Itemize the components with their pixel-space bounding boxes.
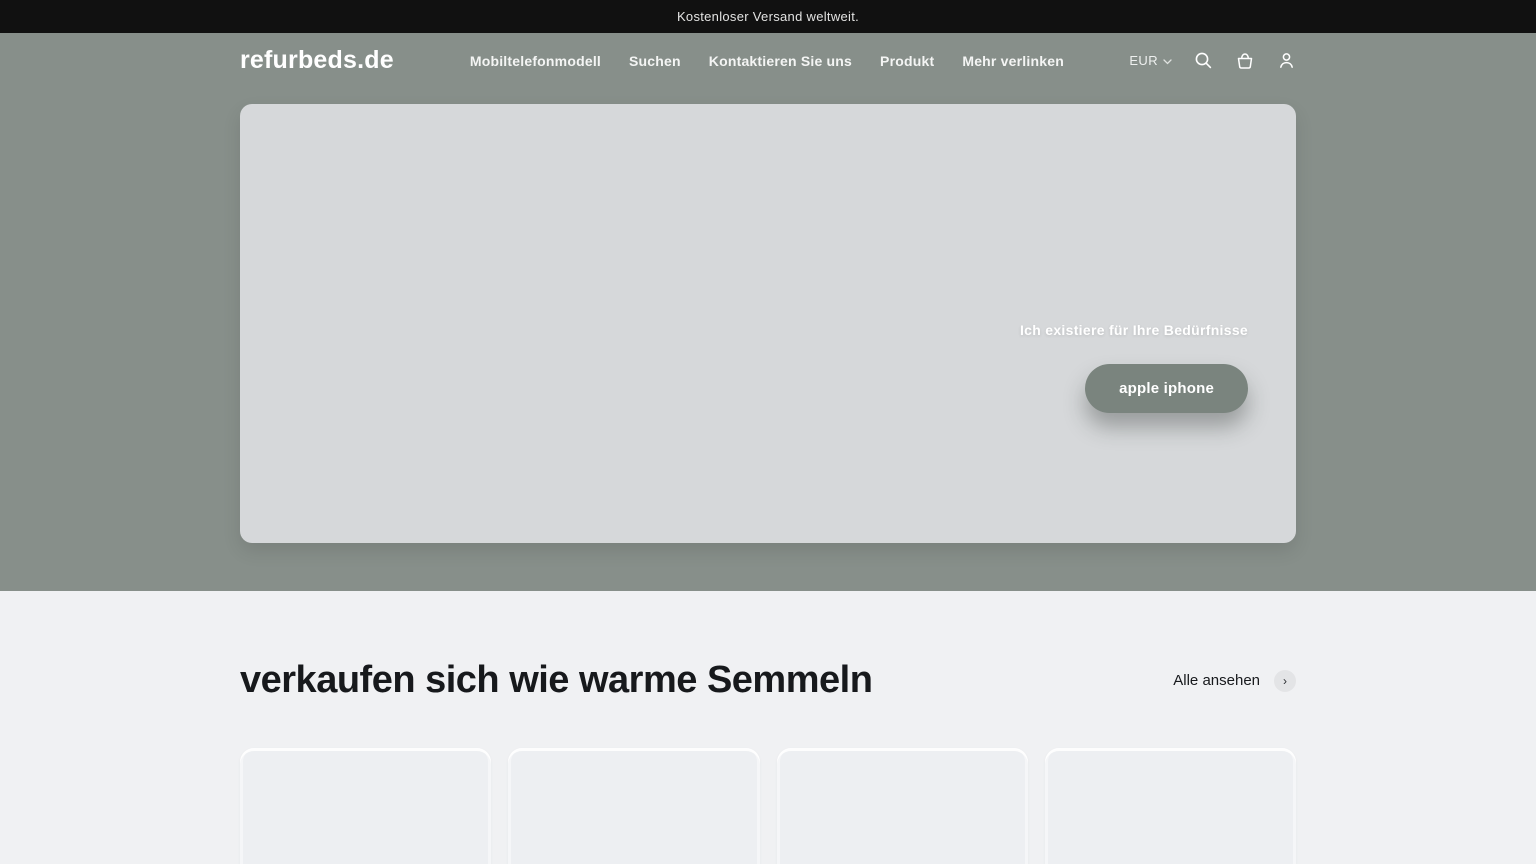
announcement-bar: Kostenloser Versand weltweit. xyxy=(0,0,1536,33)
products-header: verkaufen sich wie warme Semmeln Alle an… xyxy=(240,659,1296,702)
nav-item-produkt[interactable]: Produkt xyxy=(880,53,934,69)
search-icon xyxy=(1194,51,1213,70)
nav-item-mehr-verlinken[interactable]: Mehr verlinken xyxy=(962,53,1064,69)
site-logo[interactable]: refurbeds.de xyxy=(240,46,394,75)
view-all-link[interactable]: Alle ansehen › xyxy=(1173,670,1296,692)
hero-overlay: Ich existiere für Ihre Bedürfnisse apple… xyxy=(1020,322,1248,413)
product-card-placeholder[interactable] xyxy=(508,748,759,864)
currency-value: EUR xyxy=(1129,53,1158,68)
header-actions: EUR xyxy=(1129,51,1296,71)
product-card-placeholder[interactable] xyxy=(1045,748,1296,864)
currency-selector[interactable]: EUR xyxy=(1129,53,1172,68)
search-button[interactable] xyxy=(1194,51,1213,70)
nav-item-kontaktieren[interactable]: Kontaktieren Sie uns xyxy=(709,53,852,69)
arrow-right-icon[interactable]: › xyxy=(1274,670,1296,692)
hero-banner-image: Ich existiere für Ihre Bedürfnisse apple… xyxy=(240,104,1296,543)
hero-caption: Ich existiere für Ihre Bedürfnisse xyxy=(1020,322,1248,338)
nav-item-mobiltelefonmodell[interactable]: Mobiltelefonmodell xyxy=(470,53,601,69)
product-card-placeholder[interactable] xyxy=(240,748,491,864)
site-header: refurbeds.de Mobiltelefonmodell Suchen K… xyxy=(0,33,1536,88)
announcement-text: Kostenloser Versand weltweit. xyxy=(677,9,859,24)
main-nav: Mobiltelefonmodell Suchen Kontaktieren S… xyxy=(470,53,1064,69)
hero-section: refurbeds.de Mobiltelefonmodell Suchen K… xyxy=(0,33,1536,591)
section-title: verkaufen sich wie warme Semmeln xyxy=(240,659,872,702)
product-card-grid xyxy=(240,748,1296,864)
nav-item-suchen[interactable]: Suchen xyxy=(629,53,681,69)
cart-button[interactable] xyxy=(1235,51,1255,71)
products-section: verkaufen sich wie warme Semmeln Alle an… xyxy=(0,591,1536,864)
hero-cta-button[interactable]: apple iphone xyxy=(1085,364,1248,413)
cart-icon xyxy=(1235,51,1255,71)
chevron-down-icon xyxy=(1163,53,1172,68)
account-button[interactable] xyxy=(1277,51,1296,70)
account-icon xyxy=(1277,51,1296,70)
view-all-label: Alle ansehen xyxy=(1173,672,1260,689)
product-card-placeholder[interactable] xyxy=(777,748,1028,864)
